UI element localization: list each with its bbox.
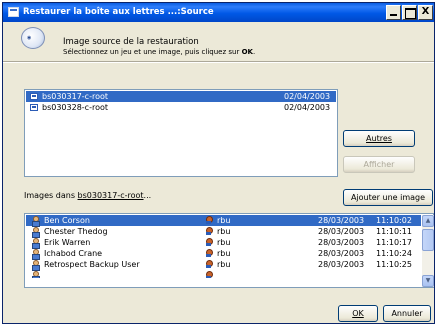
window-title: Restaurer la boîte aux lettres ...:Sourc… bbox=[23, 7, 214, 17]
scroll-up-icon[interactable]: ▲ bbox=[422, 215, 434, 227]
user-icon bbox=[31, 238, 40, 249]
images-set-link[interactable]: bs030317-c-root bbox=[78, 191, 144, 200]
backup-set-name: bs030328-c-root bbox=[42, 103, 108, 112]
minimize-button[interactable] bbox=[386, 5, 401, 20]
image-owner: rbu bbox=[217, 249, 231, 258]
owner-icon bbox=[206, 249, 213, 258]
image-time: 11:10:17 bbox=[376, 238, 412, 247]
window-icon bbox=[8, 7, 19, 17]
table-row[interactable]: Ben Corson rbu 28/03/2003 11:10:02 bbox=[26, 215, 421, 227]
backup-set-icon bbox=[30, 104, 38, 111]
maximize-button[interactable] bbox=[402, 5, 417, 20]
header-divider bbox=[3, 61, 434, 63]
table-row[interactable]: Erik Warren rbu 28/03/2003 11:10:17 bbox=[26, 237, 421, 249]
header-subtitle-suffix: . bbox=[252, 48, 256, 56]
backup-set-date: 02/04/2003 bbox=[284, 92, 331, 101]
owner-icon bbox=[206, 238, 213, 247]
image-list-scrollbar[interactable]: ▲ ▼ bbox=[422, 215, 434, 287]
restore-dialog: Restaurer la boîte aux lettres ...:Sourc… bbox=[2, 2, 435, 324]
restore-source-icon-glyph: ◉ bbox=[27, 35, 32, 41]
autres-button-label: Autres bbox=[366, 134, 392, 143]
image-name: Retrospect Backup User bbox=[44, 260, 140, 269]
list-item[interactable]: bs030317-c-root 02/04/2003 bbox=[26, 91, 336, 102]
images-label: Images dans bs030317-c-root... bbox=[24, 191, 151, 200]
afficher-button[interactable]: Afficher bbox=[343, 156, 415, 173]
image-date: 28/03/2003 bbox=[318, 260, 365, 269]
title-bar[interactable]: Restaurer la boîte aux lettres ...:Sourc… bbox=[3, 3, 434, 22]
image-owner: rbu bbox=[217, 238, 231, 247]
image-date: 28/03/2003 bbox=[318, 249, 365, 258]
user-icon bbox=[31, 227, 40, 238]
image-time: 11:10:25 bbox=[376, 260, 412, 269]
user-icon bbox=[31, 260, 40, 271]
owner-icon bbox=[206, 260, 213, 269]
autres-button[interactable]: Autres bbox=[343, 130, 415, 147]
images-label-suffix: ... bbox=[143, 191, 152, 200]
scroll-thumb[interactable] bbox=[422, 229, 434, 251]
user-icon bbox=[31, 216, 40, 227]
image-date: 28/03/2003 bbox=[318, 216, 365, 225]
header-title: Image source de la restauration bbox=[63, 37, 199, 47]
close-button[interactable]: X bbox=[418, 5, 433, 20]
user-icon bbox=[31, 271, 40, 278]
restore-source-icon: ◉ bbox=[21, 27, 45, 49]
list-item[interactable]: bs030328-c-root 02/04/2003 bbox=[26, 102, 336, 113]
table-row[interactable]: Ichabod Crane rbu 28/03/2003 11:10:24 bbox=[26, 248, 421, 260]
image-owner: rbu bbox=[217, 260, 231, 269]
image-date: 28/03/2003 bbox=[318, 227, 365, 236]
table-row[interactable]: Chester Thedog rbu 28/03/2003 11:10:11 bbox=[26, 226, 421, 238]
owner-icon bbox=[206, 227, 213, 236]
table-row-partial[interactable] bbox=[26, 270, 421, 278]
header-subtitle-prefix: Sélectionnez un jeu et une image, puis c… bbox=[63, 48, 242, 56]
image-name: Chester Thedog bbox=[44, 227, 108, 236]
table-row[interactable]: Retrospect Backup User rbu 28/03/2003 11… bbox=[26, 259, 421, 271]
image-name: Ichabod Crane bbox=[44, 249, 103, 258]
image-name: Erik Warren bbox=[44, 238, 91, 247]
image-owner: rbu bbox=[217, 216, 231, 225]
images-label-prefix: Images dans bbox=[24, 191, 78, 200]
annuler-button[interactable]: Annuler bbox=[383, 305, 431, 322]
backup-set-icon bbox=[30, 93, 38, 100]
user-icon bbox=[31, 249, 40, 260]
header-subtitle-bold: OK bbox=[241, 48, 253, 56]
image-time: 11:10:24 bbox=[376, 249, 412, 258]
image-list[interactable]: Ben Corson rbu 28/03/2003 11:10:02 Chest… bbox=[24, 213, 434, 288]
image-time: 11:10:11 bbox=[376, 227, 412, 236]
image-date: 28/03/2003 bbox=[318, 238, 365, 247]
image-owner: rbu bbox=[217, 227, 231, 236]
ok-button[interactable]: OK bbox=[338, 305, 378, 322]
owner-icon bbox=[206, 271, 213, 278]
header-subtitle: Sélectionnez un jeu et une image, puis c… bbox=[63, 48, 255, 56]
ok-button-label: OK bbox=[352, 309, 364, 318]
image-time: 11:10:02 bbox=[376, 216, 412, 225]
image-name: Ben Corson bbox=[44, 216, 90, 225]
backup-set-date: 02/04/2003 bbox=[284, 103, 331, 112]
backup-set-name: bs030317-c-root bbox=[42, 92, 108, 101]
ajouter-image-button[interactable]: Ajouter une image bbox=[343, 189, 433, 206]
owner-icon bbox=[206, 216, 213, 225]
backup-set-list[interactable]: bs030317-c-root 02/04/2003 bs030328-c-ro… bbox=[24, 89, 338, 177]
scroll-down-icon[interactable]: ▼ bbox=[422, 275, 434, 287]
